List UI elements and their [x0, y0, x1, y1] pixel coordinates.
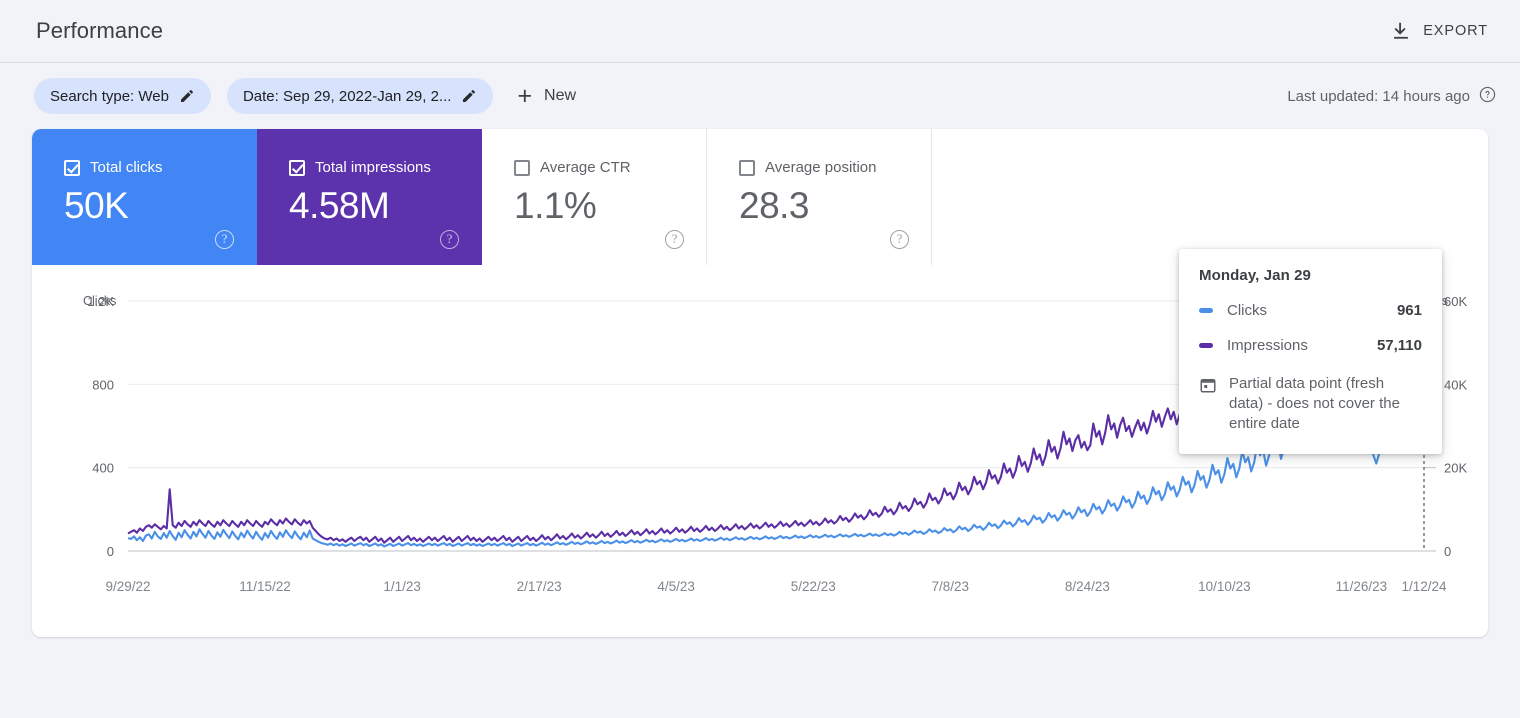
chart-tooltip: Monday, Jan 29 Clicks 961 Impressions 57…	[1179, 249, 1442, 454]
metric-tiles: Total clicks 50K ? Total impressions 4.5…	[32, 129, 1488, 265]
y-axis-right-tick: 40K	[1444, 377, 1467, 392]
last-updated-label: Last updated: 14 hours ago	[1287, 87, 1470, 105]
help-circle-icon[interactable]	[1479, 86, 1496, 107]
x-axis-tick: 11/26/23	[1336, 579, 1388, 594]
metric-average-ctr-value: 1.1%	[514, 185, 597, 226]
filter-chip-date[interactable]: Date: Sep 29, 2022-Jan 29, 2...	[226, 78, 494, 114]
checkbox-icon[interactable]	[289, 159, 305, 176]
x-axis-tick: 10/10/23	[1198, 579, 1251, 594]
x-axis-tick: 1/1/23	[383, 579, 421, 594]
metric-average-ctr[interactable]: Average CTR 1.1% ?	[482, 129, 707, 265]
x-axis-tick: 2/17/23	[517, 579, 562, 594]
metric-average-ctr-label: Average CTR	[540, 159, 631, 176]
metric-average-ctr-label-row: Average CTR	[514, 159, 706, 176]
new-filter-label: New	[544, 87, 577, 104]
download-icon	[1390, 20, 1412, 42]
x-axis-tick: 8/24/23	[1065, 579, 1110, 594]
x-axis-tick: 11/15/22	[239, 579, 291, 594]
help-circle-icon[interactable]: ?	[215, 230, 234, 249]
y-axis-right-tick: 0	[1444, 544, 1451, 559]
x-axis-tick: 1/12/24	[1401, 579, 1447, 594]
help-circle-icon[interactable]: ?	[440, 230, 459, 249]
tooltip-impressions-value: 57,110	[1376, 337, 1422, 354]
export-label: EXPORT	[1423, 23, 1488, 39]
metric-total-clicks[interactable]: Total clicks 50K ?	[32, 129, 257, 265]
y-axis-left-title: Clicks	[83, 294, 117, 308]
checkbox-icon[interactable]	[739, 159, 755, 176]
metric-total-impressions[interactable]: Total impressions 4.58M ?	[257, 129, 482, 265]
y-axis-left-tick: 400	[92, 461, 114, 476]
tooltip-note: Partial data point (fresh data) - does n…	[1199, 374, 1422, 434]
help-circle-icon[interactable]: ?	[665, 230, 684, 249]
page-header: Performance EXPORT	[0, 0, 1520, 62]
tooltip-impressions-label: Impressions	[1227, 337, 1308, 354]
metric-average-position[interactable]: Average position 28.3 ?	[707, 129, 932, 265]
page-title: Performance	[36, 18, 164, 43]
export-button[interactable]: EXPORT	[1382, 14, 1496, 48]
filter-chip-date-label: Date: Sep 29, 2022-Jan 29, 2...	[242, 87, 452, 105]
y-axis-left-tick: 800	[92, 377, 114, 392]
impressions-swatch-icon	[1199, 343, 1213, 348]
filter-chip-group: Search type: Web Date: Sep 29, 2022-Jan …	[34, 78, 586, 114]
tooltip-note-text: Partial data point (fresh data) - does n…	[1229, 375, 1400, 432]
metric-total-impressions-label: Total impressions	[315, 159, 431, 176]
pencil-icon[interactable]	[461, 88, 477, 104]
x-axis-tick: 7/8/23	[932, 579, 970, 594]
checkbox-icon[interactable]	[514, 159, 530, 176]
help-circle-icon[interactable]: ?	[890, 230, 909, 249]
x-axis-tick: 4/5/23	[657, 579, 695, 594]
metric-average-position-label-row: Average position	[739, 159, 931, 176]
tooltip-row-clicks: Clicks 961	[1199, 302, 1422, 319]
tooltip-clicks-label: Clicks	[1227, 302, 1267, 319]
impressions-line	[127, 312, 1282, 544]
metric-total-clicks-label: Total clicks	[90, 159, 163, 176]
clicks-swatch-icon	[1199, 308, 1213, 313]
calendar-icon	[1199, 376, 1217, 434]
tooltip-row-impressions: Impressions 57,110	[1199, 337, 1422, 354]
plus-icon: +	[517, 81, 533, 110]
y-axis-left-tick: 0	[107, 544, 114, 559]
metric-total-clicks-label-row: Total clicks	[64, 159, 256, 176]
filter-chip-search-type-label: Search type: Web	[50, 87, 169, 105]
tooltip-date: Monday, Jan 29	[1199, 267, 1311, 284]
x-axis-tick: 9/29/22	[105, 579, 150, 594]
performance-card: Total clicks 50K ? Total impressions 4.5…	[32, 129, 1488, 637]
new-filter-button[interactable]: + New	[513, 80, 586, 113]
x-axis-tick: 5/22/23	[791, 579, 836, 594]
metric-average-position-value: 28.3	[739, 185, 810, 226]
checkbox-icon[interactable]	[64, 159, 80, 176]
metric-average-position-label: Average position	[765, 159, 877, 176]
tooltip-clicks-value: 961	[1396, 302, 1422, 319]
metric-total-clicks-value: 50K	[64, 185, 129, 226]
pencil-icon[interactable]	[179, 88, 195, 104]
metric-total-impressions-value: 4.58M	[289, 185, 390, 226]
main-card-wrapper: Total clicks 50K ? Total impressions 4.5…	[0, 129, 1520, 637]
last-updated: Last updated: 14 hours ago	[1287, 86, 1496, 107]
filter-chip-search-type[interactable]: Search type: Web	[34, 78, 211, 114]
filter-bar: Search type: Web Date: Sep 29, 2022-Jan …	[0, 63, 1520, 129]
y-axis-right-tick: 20K	[1444, 461, 1467, 476]
metric-total-impressions-label-row: Total impressions	[289, 159, 481, 176]
